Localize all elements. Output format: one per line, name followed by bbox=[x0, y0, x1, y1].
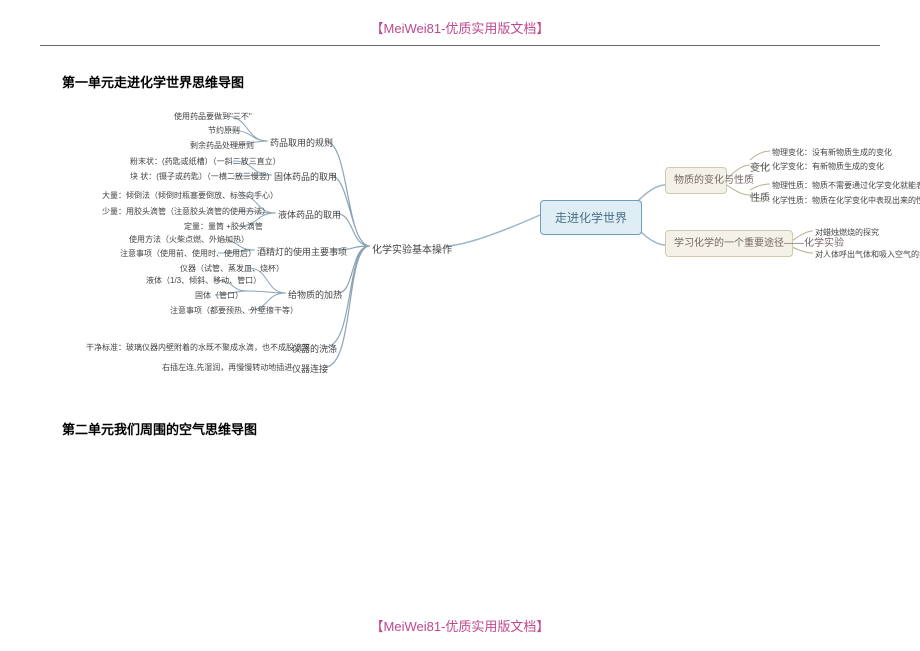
leaf-chemical-prop: 化学性质：物质在化学变化中表现出来的性质 bbox=[772, 195, 920, 206]
node-heating: 给物质的加热 bbox=[288, 288, 342, 301]
leaf-g6-0: 干净标准：玻璃仪器内壁附着的水既不聚成水滴，也不成股流下 bbox=[86, 342, 310, 353]
leaf-g3-1: 少量：用胶头滴管（注意胶头滴管的使用方法） bbox=[102, 206, 270, 217]
leaf-g3-2: 定量：量筒 +胶头滴管 bbox=[184, 221, 263, 232]
label-property: 性质 bbox=[750, 189, 770, 204]
node-experiment: 学习化学的一个重要途径——化学实验 bbox=[665, 230, 793, 257]
leaf-g2-0: 粉末状：(药匙或纸槽）（一斜二放三直立） bbox=[130, 156, 281, 167]
leaf-g1-1: 节约原则 bbox=[208, 125, 240, 136]
node-change-properties: 物质的变化与性质 bbox=[665, 167, 727, 194]
leaf-breath: 对人体呼出气体和吸入空气的探究 bbox=[815, 249, 920, 260]
leaf-g1-2: 剩余药品处理原则 bbox=[190, 140, 254, 151]
node-solid-drug: 固体药品的取用 bbox=[274, 170, 337, 183]
leaf-g4-1: 注意事项（使用前、使用时、使用后） bbox=[120, 248, 256, 259]
node-connect: 仪器连接 bbox=[292, 362, 328, 375]
node-drug-rules: 药品取用的规则 bbox=[270, 136, 333, 149]
header-title: 【MeiWei81-优质实用版文档】 bbox=[0, 0, 920, 45]
mindmap: 走进化学世界 物质的变化与性质 学习化学的一个重要途径——化学实验 变化 性质 … bbox=[50, 105, 870, 405]
leaf-g5-1: 固体（管口） bbox=[195, 290, 243, 301]
divider bbox=[40, 45, 880, 46]
leaf-g4-0: 使用方法（火柴点燃、外焰加热） bbox=[129, 234, 249, 245]
leaf-g5-2: 注意事项（都要预热、外壁擦干等） bbox=[170, 305, 298, 316]
node-liquid-drug: 液体药品的取用 bbox=[278, 208, 341, 221]
leaf-g7-0: 右插左连,先湿润，再慢慢转动地插进 bbox=[162, 362, 292, 373]
root-node: 走进化学世界 bbox=[540, 200, 642, 235]
leaf-g3-0: 大量：倾倒法（倾倒时瓶塞要倒放、标签向手心） bbox=[102, 190, 278, 201]
leaf-g5-sub: 仪器（试管、蒸发皿、烧杯） bbox=[180, 263, 284, 274]
section1-heading: 第一单元走进化学世界思维导图 bbox=[62, 72, 920, 91]
leaf-g1-0: 使用药品要做到"三不" bbox=[174, 111, 252, 122]
leaf-g2-1: 块 状：(镊子或药匙）（一横二放三慢竖) bbox=[130, 171, 270, 182]
label-change: 变化 bbox=[750, 159, 770, 174]
leaf-g5-0: 液体（1/3、倾斜、移动、管口） bbox=[146, 275, 261, 286]
leaf-physical-prop: 物理性质：物质不需要通过化学变化就能表现出来的性质 bbox=[772, 180, 920, 191]
leaf-candle: 对蜡烛燃烧的探究 bbox=[815, 227, 879, 238]
leaf-physical-change: 物理变化：没有新物质生成的变化 bbox=[772, 147, 892, 158]
section2-heading: 第二单元我们周围的空气思维导图 bbox=[62, 419, 920, 438]
node-basic-operation: 化学实验基本操作 bbox=[372, 241, 452, 256]
node-lamp: 酒精灯的使用主要事项 bbox=[257, 245, 347, 258]
footer-title: 【MeiWei81-优质实用版文档】 bbox=[0, 616, 920, 635]
leaf-chemical-change: 化学变化：有新物质生成的变化 bbox=[772, 161, 884, 172]
